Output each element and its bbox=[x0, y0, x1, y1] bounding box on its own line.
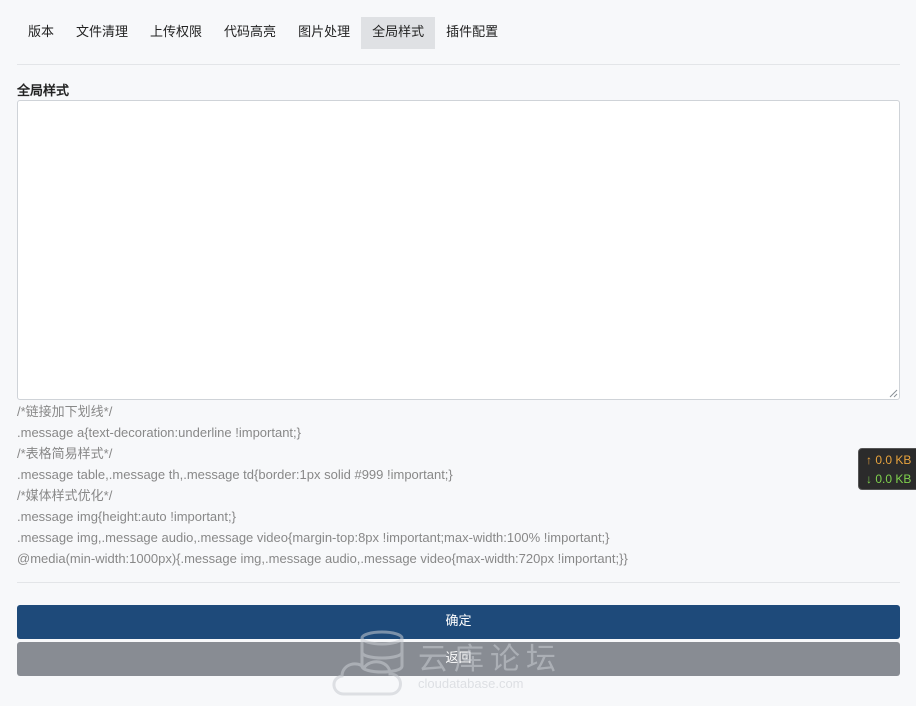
style-help-text: /*链接加下划线*/ .message a{text-decoration:un… bbox=[17, 401, 900, 569]
confirm-button[interactable]: 确定 bbox=[17, 605, 900, 639]
help-line: .message a{text-decoration:underline !im… bbox=[17, 425, 302, 440]
help-line: .message img,.message audio,.message vid… bbox=[17, 530, 610, 545]
help-line: /*媒体样式优化*/ bbox=[17, 488, 113, 503]
actions-divider bbox=[17, 582, 900, 583]
tab-global-style[interactable]: 全局样式 bbox=[361, 17, 436, 49]
network-speed-widget[interactable]: ↑ 0.0 KB ↓ 0.0 KB bbox=[858, 448, 916, 490]
help-line: @media(min-width:1000px){.message img,.m… bbox=[17, 551, 628, 566]
tab-image-processing[interactable]: 图片处理 bbox=[287, 17, 361, 49]
tabs-divider bbox=[17, 64, 900, 65]
tab-plugin-config[interactable]: 插件配置 bbox=[435, 17, 509, 49]
global-style-label: 全局样式 bbox=[17, 84, 70, 99]
help-line: .message img{height:auto !important;} bbox=[17, 509, 236, 524]
tab-file-cleanup[interactable]: 文件清理 bbox=[65, 17, 139, 49]
settings-tabs: 版本 文件清理 上传权限 代码高亮 图片处理 全局样式 插件配置 bbox=[17, 17, 509, 49]
resize-grip-icon[interactable] bbox=[889, 389, 898, 398]
tab-upload-permissions[interactable]: 上传权限 bbox=[139, 17, 213, 49]
back-button[interactable]: 返回 bbox=[17, 642, 900, 676]
global-style-textarea[interactable] bbox=[17, 100, 900, 400]
watermark-subtitle: cloudatabase.com bbox=[418, 676, 524, 691]
upload-speed: ↑ 0.0 KB bbox=[866, 453, 912, 467]
download-speed: ↓ 0.0 KB bbox=[866, 472, 912, 486]
help-line: .message table,.message th,.message td{b… bbox=[17, 467, 453, 482]
tab-version[interactable]: 版本 bbox=[17, 17, 65, 49]
tab-code-highlight[interactable]: 代码高亮 bbox=[213, 17, 287, 49]
help-line: /*链接加下划线*/ bbox=[17, 404, 113, 419]
help-line: /*表格简易样式*/ bbox=[17, 446, 113, 461]
